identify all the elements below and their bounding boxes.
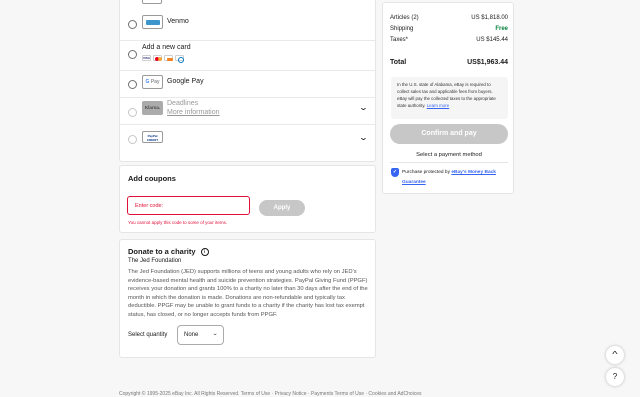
venmo-logo [142,15,163,29]
google-pay-logo: G Pay [142,75,163,89]
donate-card: Donate to a charity i The Jed Foundation … [119,239,376,358]
apply-coupon-button[interactable]: Apply [259,200,305,216]
quantity-value: None [184,332,199,338]
order-summary-card: Articles (2) US $1,818.00 Shipping Free … [382,2,514,194]
charity-description: The Jed Foundation (JED) supports millio… [128,269,368,318]
quantity-select[interactable]: None ⌄ [177,325,224,345]
taxes-label: Taxes* [390,37,409,43]
scroll-to-top-button[interactable]: ^ [606,346,624,364]
coupons-card: Add coupons Enter code: Apply You cannot… [119,165,376,233]
klarna-more-info-link[interactable]: More information [167,109,220,116]
discover-logo [164,55,173,61]
articles-value: US $1,818.00 [471,15,508,21]
coupon-code-input[interactable]: Enter code: [127,196,250,215]
articles-row: Articles (2) US $1,818.00 [390,15,508,21]
articles-label: Articles (2) [390,15,419,21]
tax-notice: In the U.S. state of Alabama, eBay is re… [391,77,508,119]
quantity-label: Select quantity [128,332,168,338]
total-label: Total [390,59,407,66]
paypal-credit-logo: PayPal CREDIT [142,131,163,143]
venmo-radio[interactable] [128,20,137,29]
payment-options-card: Venmo Add a new card VISA G Pay Google P… [119,0,376,162]
payment-row-google-pay[interactable]: G Pay Google Pay [120,71,375,98]
money-back-guarantee: Purchase protected by eBay's Money Back … [402,168,510,188]
venmo-label: Venmo [167,18,189,25]
info-icon[interactable]: i [200,248,209,257]
mastercard-logo [153,55,162,61]
diners-logo [175,55,184,63]
google-pay-label: Google Pay [167,78,204,85]
chevron-down-icon: ⌄ [211,331,218,337]
payment-row-klarna[interactable]: Klarna. Deadlines More information ⌄ [120,98,375,125]
summary-divider [390,162,508,163]
confirm-and-pay-button[interactable]: Confirm and pay [390,124,508,144]
select-payment-method-text: Select a payment method [416,152,482,158]
klarna-radio[interactable] [128,108,137,117]
total-value: US$1,963.44 [467,59,508,66]
top-partial-logo [142,0,162,4]
help-icon: ? [612,372,618,381]
card-radio[interactable] [128,50,137,59]
visa-logo: VISA [142,55,151,61]
coupon-error-message: You cannot apply this code to some of yo… [128,220,228,225]
shield-icon: ✓ [391,168,399,177]
klarna-chevron-down-icon[interactable]: ⌄ [359,103,369,112]
total-row: Total US$1,963.44 [390,59,508,66]
shipping-label: Shipping [390,26,414,32]
donate-title: Donate to a charity i [128,247,209,257]
shipping-row: Shipping Free [390,26,508,32]
protect-text: Purchase protected by [402,170,450,175]
taxes-row: Taxes* US $145.44 [390,37,508,43]
learn-more-link[interactable]: Learn more [427,103,449,108]
shipping-value: Free [495,26,508,32]
charity-name: The Jed Foundation [128,258,182,264]
add-card-label: Add a new card [142,44,191,51]
google-pay-radio[interactable] [128,80,137,89]
taxes-value: US $145.44 [476,37,508,43]
payment-row-paypal-credit[interactable]: PayPal CREDIT ⌄ [120,125,375,152]
donate-title-text: Donate to a charity [128,247,196,256]
paypal-credit-chevron-down-icon[interactable]: ⌄ [359,133,369,142]
chevron-up-icon: ^ [612,350,618,359]
help-button[interactable]: ? [606,368,624,386]
payment-row-card[interactable]: Add a new card VISA [120,41,375,71]
coupons-title: Add coupons [128,174,176,183]
payment-row-venmo[interactable]: Venmo [120,6,375,41]
footer-copyright: Copyright © 1995-2025 eBay Inc. All Righ… [119,391,422,397]
klarna-logo: Klarna. [142,101,163,115]
card-brand-logos: VISA [142,55,198,63]
paypal-credit-radio[interactable] [128,135,137,144]
klarna-label: Deadlines [167,100,199,107]
